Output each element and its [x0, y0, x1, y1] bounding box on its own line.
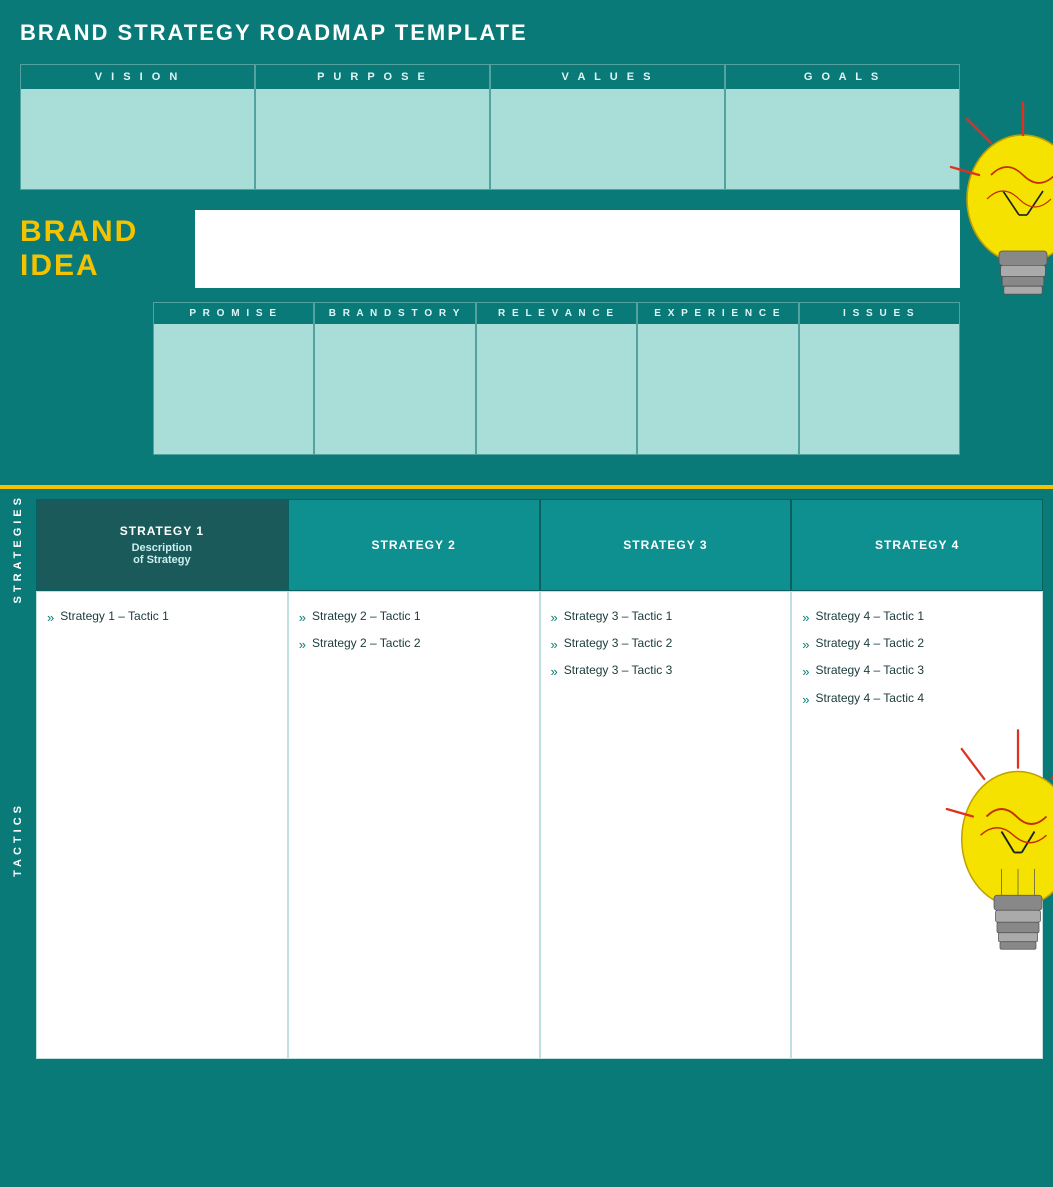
labels-column: STRATEGIES TACTICS — [0, 489, 36, 1069]
values-header: V A L U E S — [491, 65, 724, 89]
tactic-item: » Strategy 4 – Tactic 2 — [802, 635, 1032, 654]
relevance-header: R E L E V A N C E — [477, 303, 636, 324]
tactic-arrow-icon: » — [802, 636, 809, 654]
goals-body[interactable] — [726, 89, 959, 189]
experience-body[interactable] — [638, 324, 797, 454]
strategy-4-header: STRATEGY 4 — [792, 500, 1042, 590]
purpose-col: P U R P O S E — [255, 64, 490, 190]
strategy-3-header: STRATEGY 3 — [541, 500, 791, 590]
pbre-cols: P R O M I S E B R A N D S T O R Y R E L … — [153, 302, 960, 455]
strategy-1-header-col: STRATEGY 1 Description of Strategy — [36, 499, 288, 591]
issues-body[interactable] — [800, 324, 959, 454]
brandstory-header: B R A N D S T O R Y — [315, 303, 474, 324]
tactic-text: Strategy 2 – Tactic 2 — [312, 635, 421, 652]
brand-idea-label: BRANDIDEA — [20, 215, 195, 284]
tactic-text: Strategy 1 – Tactic 1 — [60, 608, 169, 625]
tactic-arrow-icon: » — [551, 636, 558, 654]
relevance-col: R E L E V A N C E — [476, 302, 637, 455]
promise-body[interactable] — [154, 324, 313, 454]
values-body[interactable] — [491, 89, 724, 189]
goals-col: G O A L S — [725, 64, 960, 190]
tactic-arrow-icon: » — [551, 663, 558, 681]
purpose-body[interactable] — [256, 89, 489, 189]
tactic-text: Strategy 4 – Tactic 4 — [815, 690, 924, 707]
strategy-2-header: STRATEGY 2 — [289, 500, 539, 590]
lightbulb-bottom-decoration — [943, 669, 1053, 1069]
vpvg-section: V I S I O N P U R P O S E V A L U E S G … — [20, 64, 960, 190]
values-col: V A L U E S — [490, 64, 725, 190]
goals-header: G O A L S — [726, 65, 959, 89]
tactic-item: » Strategy 3 – Tactic 1 — [551, 608, 781, 627]
strategy-1-header: STRATEGY 1 Description of Strategy — [37, 500, 287, 590]
promise-col: P R O M I S E — [153, 302, 314, 455]
tactic-arrow-icon: » — [47, 609, 54, 627]
tactic-arrow-icon: » — [299, 636, 306, 654]
vision-body[interactable] — [21, 89, 254, 189]
experience-header: E X P E R I E N C E — [638, 303, 797, 324]
tactic-item: » Strategy 4 – Tactic 1 — [802, 608, 1032, 627]
strategy-header-row: STRATEGY 1 Description of Strategy STRAT… — [36, 499, 1043, 591]
strategies-label-area: STRATEGIES — [0, 489, 36, 609]
issues-header: I S S U E S — [800, 303, 959, 324]
tactic-text: Strategy 3 – Tactic 3 — [564, 662, 673, 679]
strategy-1-tactics-col[interactable]: » Strategy 1 – Tactic 1 — [36, 591, 288, 1059]
tactics-label-area: TACTICS — [0, 609, 36, 1069]
tactic-text: Strategy 3 – Tactic 1 — [564, 608, 673, 625]
pbre-section: P R O M I S E B R A N D S T O R Y R E L … — [20, 302, 960, 455]
strategy-1-subtitle: Description of Strategy — [132, 542, 193, 566]
strategy-4-title: STRATEGY 4 — [875, 538, 959, 552]
tactics-label: TACTICS — [12, 802, 24, 877]
strategy-2-tactics-col[interactable]: » Strategy 2 – Tactic 1 » Strategy 2 – T… — [288, 591, 540, 1059]
brandstory-col: B R A N D S T O R Y — [314, 302, 475, 455]
strategy-3-title: STRATEGY 3 — [623, 538, 707, 552]
purpose-header: P U R P O S E — [256, 65, 489, 89]
tactic-item: » Strategy 2 – Tactic 2 — [299, 635, 529, 654]
brand-idea-input[interactable] — [195, 210, 960, 288]
strategies-tactics-grid: STRATEGY 1 Description of Strategy STRAT… — [36, 489, 1053, 1069]
tactic-text: Strategy 4 – Tactic 3 — [815, 662, 924, 679]
tactic-arrow-icon: » — [551, 609, 558, 627]
tactic-arrow-icon: » — [299, 609, 306, 627]
tactic-item: » Strategy 1 – Tactic 1 — [47, 608, 277, 627]
relevance-body[interactable] — [477, 324, 636, 454]
strategy-2-title: STRATEGY 2 — [372, 538, 456, 552]
tactic-text: Strategy 4 – Tactic 1 — [815, 608, 924, 625]
vision-col: V I S I O N — [20, 64, 255, 190]
strategy-1-title: STRATEGY 1 — [120, 524, 204, 538]
tactic-arrow-icon: » — [802, 691, 809, 709]
tactic-text: Strategy 2 – Tactic 1 — [312, 608, 421, 625]
tactic-text: Strategy 3 – Tactic 2 — [564, 635, 673, 652]
tactic-arrow-icon: » — [802, 663, 809, 681]
tactic-arrow-icon: » — [802, 609, 809, 627]
promise-header: P R O M I S E — [154, 303, 313, 324]
main-title: BRAND STRATEGY ROADMAP TEMPLATE — [20, 20, 1033, 46]
strategy-3-header-col: STRATEGY 3 — [540, 499, 792, 591]
tactics-row: » Strategy 1 – Tactic 1 » Strategy 2 – T… — [36, 591, 1043, 1059]
bottom-section: STRATEGIES TACTICS STRATEGY 1 Descriptio… — [0, 489, 1053, 1069]
strategies-label: STRATEGIES — [12, 494, 24, 603]
strategy-4-header-col: STRATEGY 4 — [791, 499, 1043, 591]
tactic-item: » Strategy 3 – Tactic 2 — [551, 635, 781, 654]
experience-col: E X P E R I E N C E — [637, 302, 798, 455]
vision-header: V I S I O N — [21, 65, 254, 89]
issues-col: I S S U E S — [799, 302, 960, 455]
top-section: BRAND STRATEGY ROADMAP TEMPLATE V I S I … — [0, 0, 1053, 485]
brand-idea-row: BRANDIDEA — [20, 210, 960, 288]
strategy-3-tactics-col[interactable]: » Strategy 3 – Tactic 1 » Strategy 3 – T… — [540, 591, 792, 1059]
tactic-item: » Strategy 3 – Tactic 3 — [551, 662, 781, 681]
brandstory-body[interactable] — [315, 324, 474, 454]
tactic-item: » Strategy 2 – Tactic 1 — [299, 608, 529, 627]
lightbulb-top-decoration — [943, 60, 1053, 560]
tactic-text: Strategy 4 – Tactic 2 — [815, 635, 924, 652]
strategy-2-header-col: STRATEGY 2 — [288, 499, 540, 591]
